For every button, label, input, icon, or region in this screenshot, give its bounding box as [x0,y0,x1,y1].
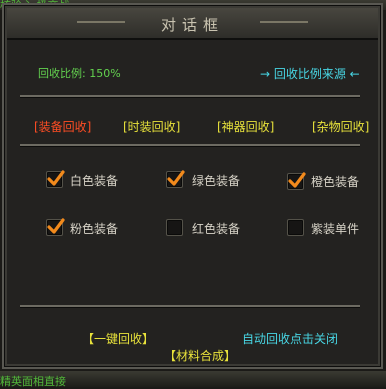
title-ornament-right [260,21,308,23]
pink-equipment-checkbox[interactable] [46,218,65,236]
purple-single-checkbox[interactable] [287,219,304,236]
tab-artifact-recycle[interactable]: [神器回收] [217,118,274,135]
material-synthesis-button[interactable]: 【材料合成】 [164,347,236,364]
divider-top [20,95,360,98]
tab-misc-recycle[interactable]: [杂物回收] [312,118,369,135]
title-bar[interactable]: 对话框 [7,8,378,40]
tab-fashion-recycle[interactable]: [时装回收] [123,118,180,135]
orange-equipment-label: 橙色装备 [311,175,360,189]
check-icon [47,218,65,234]
one-key-recycle-button[interactable]: 【一键回收】 [82,330,154,347]
white-equipment-checkbox[interactable] [46,170,65,188]
ratio-source-link[interactable]: → 回收比例来源 ← [260,65,360,82]
check-icon [167,170,185,186]
green-equipment-label: 绿色装备 [192,174,241,188]
dialog-title: 对话框 [160,16,224,34]
check-icon [47,170,65,186]
red-equipment-label: 红色装备 [192,222,241,236]
recycle-ratio-label: 回收比例: 150% [38,67,121,80]
tab-equipment-recycle[interactable]: [装备回收] [34,118,91,135]
purple-single-label: 紫装单件 [311,222,360,236]
pink-equipment-label: 粉色装备 [70,222,119,236]
white-equipment-label: 白色装备 [70,174,119,188]
auto-recycle-toggle[interactable]: 自动回收点击关闭 [242,330,338,347]
recycle-dialog: 对话框 回收比例: 150% → 回收比例来源 ← [装备回收] [时装回收] … [2,3,383,369]
green-equipment-checkbox[interactable] [166,170,185,188]
divider-bottom [20,305,360,308]
orange-equipment-checkbox[interactable] [287,172,306,190]
check-icon [288,172,306,188]
divider-middle [20,144,360,147]
red-equipment-checkbox[interactable] [166,219,183,236]
